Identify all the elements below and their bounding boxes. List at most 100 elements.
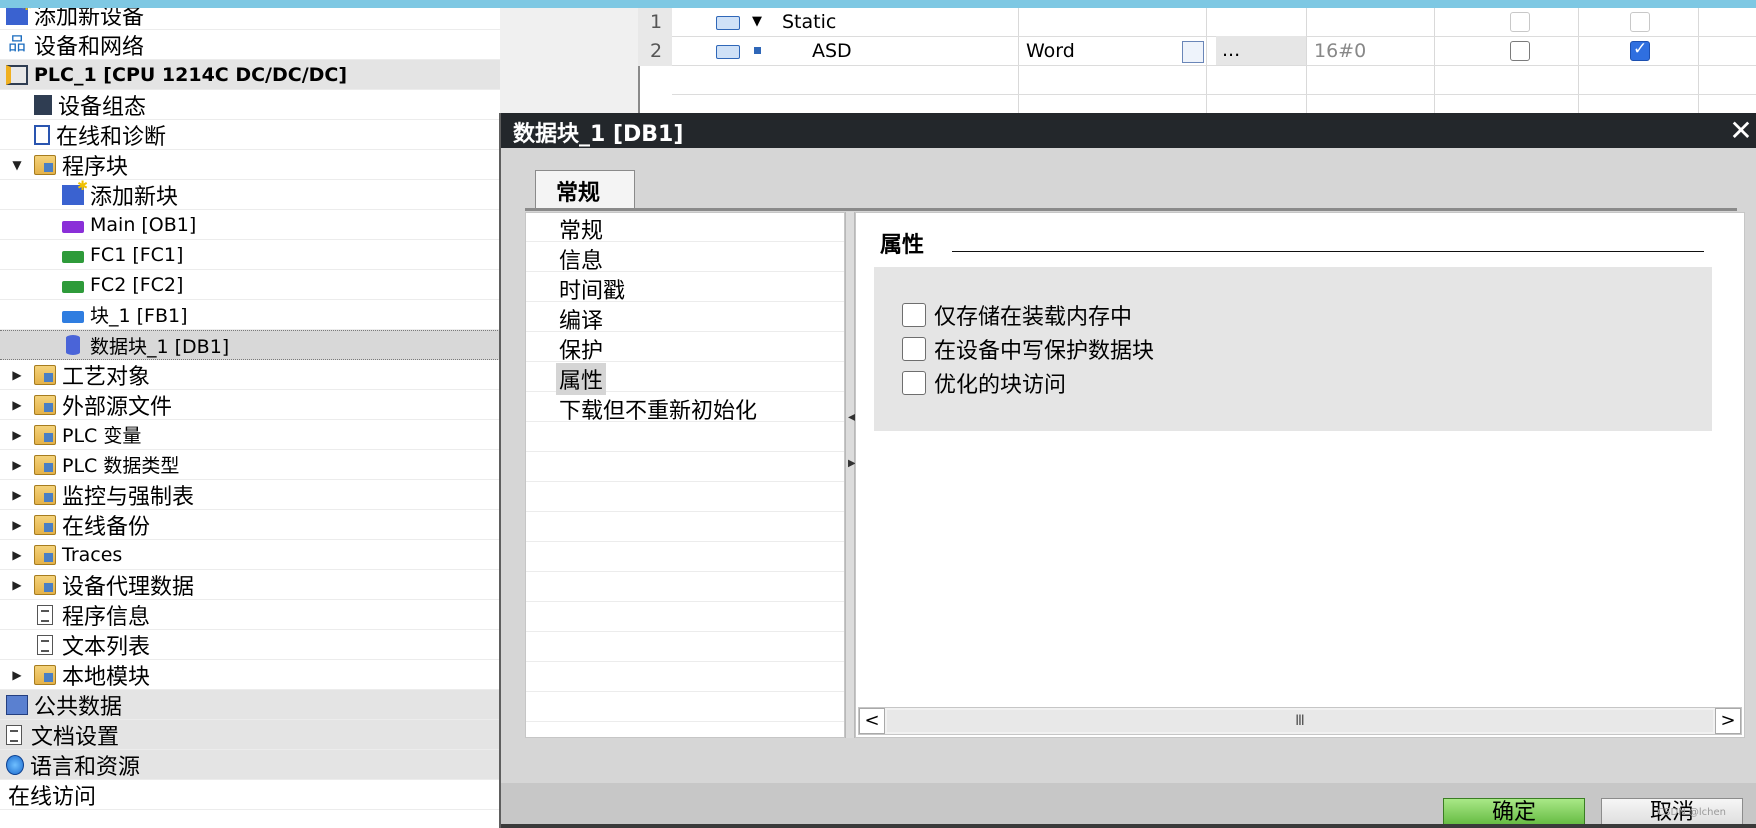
chevron-right-icon[interactable]: ▶ (10, 518, 24, 532)
tree-item-label: Main [OB1] (90, 213, 197, 236)
globe-icon (6, 754, 24, 775)
checkbox[interactable] (902, 371, 926, 395)
tree-item-main-ob1[interactable]: Main [OB1] (0, 210, 500, 240)
tree-item-label: FC2 [FC2] (90, 273, 184, 296)
tree-item-device-proxy-data[interactable]: ▶ 设备代理数据 (0, 570, 500, 600)
tree-item-label: 文档设置 (31, 724, 120, 750)
tree-item-label: FC1 [FC1] (90, 243, 184, 266)
nav-item-protection[interactable]: 保护 (556, 333, 606, 365)
tree-item-plc-data-types[interactable]: ▶ PLC 数据类型 (0, 450, 500, 480)
checkbox[interactable] (1630, 12, 1650, 32)
function-icon (62, 280, 84, 293)
nav-item-attributes[interactable]: 属性 (556, 363, 607, 395)
nav-item-info[interactable]: 信息 (556, 243, 606, 275)
nav-item-compile[interactable]: 编译 (556, 303, 606, 335)
tab-general[interactable]: 常规 (535, 170, 635, 208)
online-diagnostics-icon (34, 124, 50, 145)
tree-item-local-modules[interactable]: ▶ 本地模块 (0, 660, 500, 690)
chevron-right-icon[interactable]: ▶ (10, 458, 24, 472)
tree-item-fc2[interactable]: FC2 [FC2] (0, 270, 500, 300)
tree-item-document-settings[interactable]: 文档设置 (0, 720, 500, 750)
row-number: 1 (638, 8, 672, 37)
tree-item-plc[interactable]: PLC_1 [CPU 1214C DC/DC/DC] (0, 60, 500, 90)
chevron-right-icon[interactable]: ▶ (10, 668, 24, 682)
table-row[interactable]: 2 ASD Word ... 16#0 (638, 36, 1756, 66)
tree-item-text-lists[interactable]: 文本列表 (0, 630, 500, 660)
table-row (672, 66, 1756, 95)
chevron-down-icon[interactable]: ▼ (10, 158, 24, 172)
tree-item-fc1[interactable]: FC1 [FC1] (0, 240, 500, 270)
table-row[interactable]: 1 ▼ Static (638, 8, 1756, 37)
checkbox[interactable] (1510, 41, 1530, 61)
section-divider (952, 251, 1704, 252)
tree-item-add-block[interactable]: 添加新块 (0, 179, 500, 210)
checkbox[interactable] (1510, 12, 1530, 32)
tree-item-technology-objects[interactable]: ▶ 工艺对象 (0, 360, 500, 390)
tree-item-external-sources[interactable]: ▶ 外部源文件 (0, 390, 500, 420)
tree-item-online-diagnostics[interactable]: 在线和诊断 (0, 120, 500, 150)
scroll-thumb[interactable]: Ⅲ (887, 710, 1713, 732)
chevron-right-icon[interactable]: ▶ (10, 488, 24, 502)
tree-item-label: 设备代理数据 (62, 574, 195, 600)
tree-item-languages-resources[interactable]: 语言和资源 (0, 750, 500, 780)
tree-item-program-info[interactable]: 程序信息 (0, 600, 500, 630)
dialog-titlebar[interactable]: 数据块_1 [DB1] ✕ (501, 113, 1756, 148)
dialog-title: 数据块_1 [DB1] (513, 122, 684, 147)
row-number: 2 (638, 37, 672, 66)
tree-item-traces[interactable]: ▶ Traces (0, 540, 500, 570)
checkbox[interactable] (902, 337, 926, 361)
checkbox-checked[interactable] (1630, 39, 1650, 61)
chevron-right-icon[interactable]: ▶ (10, 398, 24, 412)
option-write-protect-in-device[interactable]: 在设备中写保护数据块 (902, 333, 1154, 365)
add-block-icon (62, 179, 88, 205)
scroll-right-button[interactable]: > (1715, 708, 1741, 734)
tree-item-common-data[interactable]: 公共数据 (0, 690, 500, 720)
scroll-left-button[interactable]: < (859, 708, 885, 734)
option-label: 在设备中写保护数据块 (934, 339, 1155, 364)
tree-item-label: 添加新块 (90, 184, 179, 210)
data-type[interactable]: Word (1026, 40, 1075, 62)
variable-name[interactable]: Static (782, 11, 836, 33)
chevron-right-icon[interactable]: ▶ (10, 578, 24, 592)
variable-name[interactable]: ASD (812, 40, 852, 62)
tree-item-add-device[interactable]: 添加新设备 (0, 8, 500, 30)
tree-item-plc-tags[interactable]: ▶ PLC 变量 (0, 420, 500, 450)
tree-item-online-access[interactable]: 在线访问 (0, 780, 500, 810)
tree-item-label: 工艺对象 (62, 364, 151, 390)
option-optimized-block-access[interactable]: 优化的块访问 (902, 367, 1066, 399)
tree-item-label: 程序块 (62, 154, 129, 180)
tree-item-label: PLC_1 [CPU 1214C DC/DC/DC] (34, 63, 348, 86)
chevron-down-icon[interactable]: ▼ (752, 14, 762, 29)
properties-dialog: 数据块_1 [DB1] ✕ 常规 常规 信息 时间戳 编译 保护 属性 下载但不… (499, 113, 1756, 828)
close-icon[interactable]: ✕ (1724, 113, 1756, 148)
nav-item-general[interactable]: 常规 (556, 213, 606, 245)
horizontal-scrollbar[interactable]: < Ⅲ > (858, 707, 1742, 735)
tree-item-label: 语言和资源 (30, 754, 141, 780)
nav-item-timestamps[interactable]: 时间戳 (556, 273, 628, 305)
option-label: 优化的块访问 (934, 373, 1067, 398)
tree-item-online-backups[interactable]: ▶ 在线备份 (0, 510, 500, 540)
type-list-icon[interactable] (1182, 41, 1204, 63)
tree-item-label: 监控与强制表 (62, 484, 195, 510)
tree-item-program-blocks[interactable]: ▼ 程序块 (0, 150, 500, 180)
function-icon (62, 250, 84, 263)
tree-item-watch-tables[interactable]: ▶ 监控与强制表 (0, 480, 500, 510)
default-value[interactable]: 16#0 (1314, 40, 1366, 62)
element-bullet-icon (754, 47, 761, 54)
nav-item-download-without-reinit[interactable]: 下载但不重新初始化 (556, 393, 760, 425)
tree-item-device-config[interactable]: 设备组态 (0, 90, 500, 120)
checkbox[interactable] (902, 303, 926, 327)
tree-item-label: 设备和网络 (34, 34, 145, 60)
panel-splitter[interactable]: ◀ ▶ (845, 212, 856, 738)
chevron-right-icon[interactable]: ▶ (10, 548, 24, 562)
tree-item-fb1[interactable]: 块_1 [FB1] (0, 300, 500, 330)
folder-icon (34, 664, 56, 685)
chevron-right-icon[interactable]: ▶ (10, 368, 24, 382)
chevron-right-icon[interactable]: ▶ (10, 428, 24, 442)
text-list-icon (37, 634, 53, 655)
organization-block-icon (62, 220, 84, 233)
tree-item-db1[interactable]: 数据块_1 [DB1] (0, 330, 500, 360)
tree-item-devices-networks[interactable]: 品 设备和网络 (0, 30, 500, 60)
ellipsis-button[interactable]: ... (1216, 36, 1306, 65)
option-load-memory-only[interactable]: 仅存储在装载内存中 (902, 299, 1132, 331)
